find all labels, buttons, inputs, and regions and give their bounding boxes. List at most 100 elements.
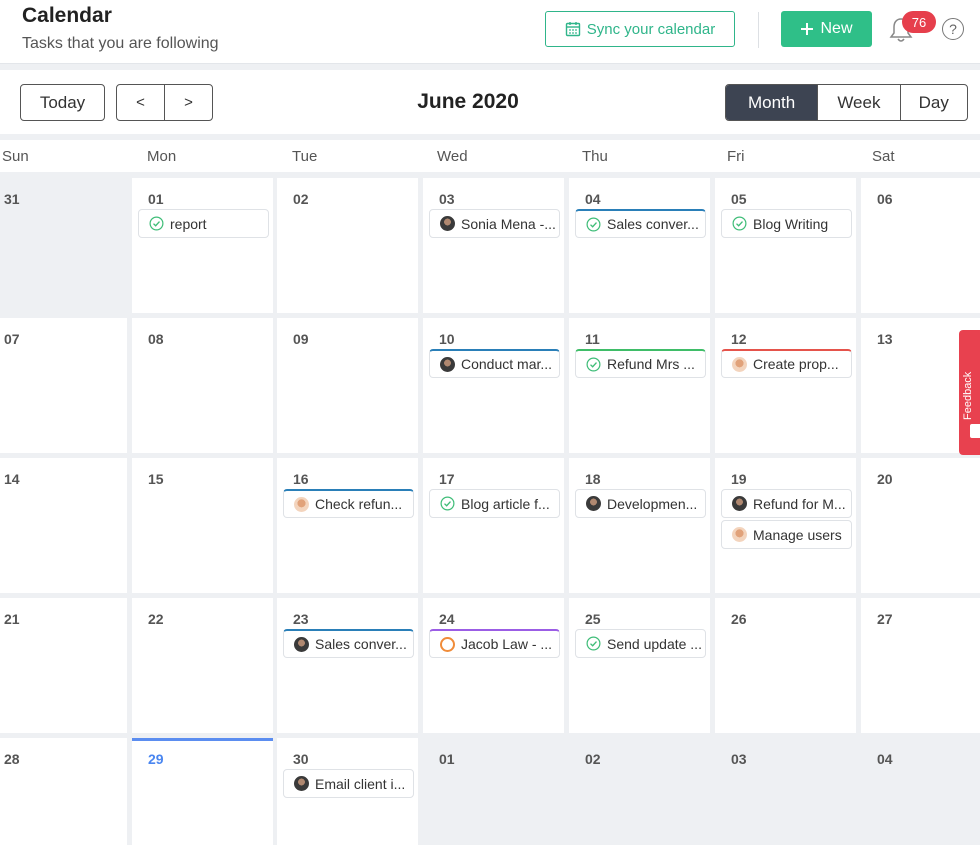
- day-cell[interactable]: 04 Sales conver...: [569, 178, 710, 313]
- day-cell[interactable]: 29: [132, 738, 273, 845]
- month-view-tab[interactable]: Month: [726, 85, 818, 120]
- day-cell[interactable]: 14: [0, 458, 127, 593]
- weekday-label: Wed: [437, 148, 468, 165]
- day-number: 01: [439, 751, 455, 767]
- task-title: Email client i...: [315, 775, 406, 792]
- task-title: Jacob Law - ...: [461, 636, 553, 652]
- check-circle-icon: [586, 636, 601, 651]
- task-chip[interactable]: Sales conver...: [283, 629, 414, 658]
- day-number: 15: [148, 471, 164, 487]
- day-number: 10: [439, 331, 455, 347]
- day-cell[interactable]: 22: [132, 598, 273, 733]
- sync-calendar-label: Sync your calendar: [586, 20, 716, 38]
- weekday-label: Fri: [727, 148, 745, 165]
- day-cell[interactable]: 02: [277, 178, 418, 313]
- avatar: [732, 356, 747, 372]
- day-cell[interactable]: 12 Create prop...: [715, 318, 856, 453]
- weekday-label: Mon: [147, 148, 177, 165]
- task-chip[interactable]: Sales conver...: [575, 209, 706, 238]
- day-cell[interactable]: 05 Blog Writing: [715, 178, 856, 313]
- day-cell[interactable]: 16 Check refun...: [277, 458, 418, 593]
- day-cell[interactable]: 19 Refund for M... Manage users: [715, 458, 856, 593]
- day-number: 01: [148, 191, 164, 207]
- day-cell[interactable]: 24 Jacob Law - ...: [423, 598, 564, 733]
- day-number: 17: [439, 471, 455, 487]
- day-number: 02: [585, 751, 601, 767]
- prev-month-button[interactable]: <: [117, 85, 165, 120]
- day-cell[interactable]: 11 Refund Mrs ...: [569, 318, 710, 453]
- task-chip[interactable]: Conduct mar...: [429, 349, 560, 378]
- day-number: 20: [877, 471, 893, 487]
- day-cell[interactable]: 10 Conduct mar...: [423, 318, 564, 453]
- task-chip[interactable]: report: [138, 209, 269, 238]
- task-title: Blog Writing: [753, 215, 829, 232]
- day-cell[interactable]: 31: [0, 178, 127, 313]
- task-chip[interactable]: Refund Mrs ...: [575, 349, 706, 378]
- feedback-icon: [970, 424, 980, 438]
- feedback-tab[interactable]: Feedback: [959, 330, 980, 455]
- day-number: 12: [731, 331, 747, 347]
- task-chip[interactable]: Sonia Mena -...: [429, 209, 560, 238]
- day-cell[interactable]: 28: [0, 738, 127, 845]
- avatar: [294, 636, 309, 652]
- day-cell[interactable]: 27: [861, 598, 980, 733]
- day-number: 30: [293, 751, 309, 767]
- day-cell[interactable]: 03: [715, 738, 856, 845]
- day-cell[interactable]: 15: [132, 458, 273, 593]
- weekday-label: Sun: [2, 148, 29, 165]
- task-chip[interactable]: Refund for M...: [721, 489, 852, 518]
- task-chip[interactable]: Blog Writing: [721, 209, 852, 238]
- task-title: Manage users: [753, 526, 842, 543]
- day-cell[interactable]: 07: [0, 318, 127, 453]
- day-number: 05: [731, 191, 747, 207]
- task-chip[interactable]: Check refun...: [283, 489, 414, 518]
- day-cell[interactable]: 17 Blog article f...: [423, 458, 564, 593]
- task-chip[interactable]: Manage users: [721, 520, 852, 549]
- new-button[interactable]: New: [781, 11, 872, 47]
- task-title: Send update ...: [607, 635, 702, 652]
- task-title: Developmen...: [607, 495, 698, 512]
- task-chip[interactable]: Create prop...: [721, 349, 852, 378]
- day-cell[interactable]: 01: [423, 738, 564, 845]
- day-cell[interactable]: 25 Send update ...: [569, 598, 710, 733]
- task-chip[interactable]: Send update ...: [575, 629, 706, 658]
- task-chip[interactable]: Email client i...: [283, 769, 414, 798]
- day-number: 11: [585, 331, 600, 347]
- day-cell[interactable]: 06: [861, 178, 980, 313]
- view-switcher: Month Week Day: [725, 84, 968, 121]
- task-title: Sales conver...: [315, 636, 407, 652]
- help-icon[interactable]: ?: [942, 18, 964, 40]
- day-cell[interactable]: 03 Sonia Mena -...: [423, 178, 564, 313]
- task-title: Refund for M...: [753, 495, 846, 512]
- day-number: 26: [731, 611, 747, 627]
- day-cell[interactable]: 26: [715, 598, 856, 733]
- today-button[interactable]: Today: [20, 84, 105, 121]
- task-chip[interactable]: Blog article f...: [429, 489, 560, 518]
- day-number: 07: [4, 331, 20, 347]
- day-cell[interactable]: 02: [569, 738, 710, 845]
- day-view-tab[interactable]: Day: [899, 85, 967, 120]
- day-cell[interactable]: 30 Email client i...: [277, 738, 418, 845]
- month-title: June 2020: [417, 90, 519, 113]
- day-number: 03: [731, 751, 747, 767]
- task-chip[interactable]: Jacob Law - ...: [429, 629, 560, 658]
- check-circle-icon: [440, 496, 455, 511]
- day-cell[interactable]: 04: [861, 738, 980, 845]
- day-number: 22: [148, 611, 164, 627]
- day-cell[interactable]: 01 report: [132, 178, 273, 313]
- day-cell[interactable]: 20: [861, 458, 980, 593]
- sync-calendar-button[interactable]: Sync your calendar: [545, 11, 735, 47]
- next-month-button[interactable]: >: [165, 85, 212, 120]
- day-number: 04: [585, 191, 601, 207]
- task-title: Conduct mar...: [461, 356, 553, 372]
- day-cell[interactable]: 18 Developmen...: [569, 458, 710, 593]
- task-chip[interactable]: Developmen...: [575, 489, 706, 518]
- notification-badge[interactable]: 76: [902, 11, 936, 33]
- day-cell[interactable]: 23 Sales conver...: [277, 598, 418, 733]
- week-view-tab[interactable]: Week: [817, 85, 899, 120]
- weekday-header: Sun Mon Tue Wed Thu Fri Sat: [0, 140, 980, 172]
- day-cell[interactable]: 21: [0, 598, 127, 733]
- avatar: [440, 636, 455, 652]
- day-cell[interactable]: 09: [277, 318, 418, 453]
- day-cell[interactable]: 08: [132, 318, 273, 453]
